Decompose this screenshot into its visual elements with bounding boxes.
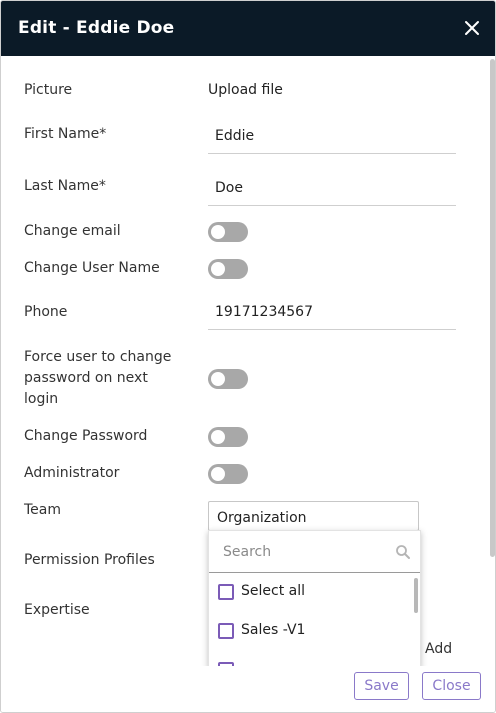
dropdown-item-select-all[interactable]: Select all xyxy=(209,573,414,611)
search-icon xyxy=(396,545,410,559)
checkbox[interactable] xyxy=(218,584,234,600)
phone-value: 19171234567 xyxy=(215,304,313,320)
last-name-label: Last Name* xyxy=(24,178,106,194)
phone-field[interactable]: 19171234567 xyxy=(208,298,456,330)
dropdown-search-input[interactable] xyxy=(221,541,385,563)
close-icon[interactable] xyxy=(462,18,482,38)
permission-profiles-label: Permission Profiles xyxy=(24,552,155,568)
change-username-toggle[interactable] xyxy=(208,259,248,279)
checkbox[interactable] xyxy=(218,623,234,639)
change-username-label: Change User Name xyxy=(24,260,160,276)
administrator-toggle[interactable] xyxy=(208,464,248,484)
team-dropdown-panel: Select all Sales -V1 xyxy=(208,530,421,666)
dialog-scrollbar[interactable] xyxy=(490,59,495,557)
team-label: Team xyxy=(24,502,62,518)
dropdown-item-sales-v1[interactable]: Sales -V1 xyxy=(209,612,414,650)
toggle-knob xyxy=(211,430,225,444)
dropdown-item-label: Select all xyxy=(241,583,305,599)
first-name-label: First Name* xyxy=(24,126,107,142)
change-email-label: Change email xyxy=(24,223,121,239)
force-change-label-line2: password on next xyxy=(24,370,148,386)
team-select-value: Organization xyxy=(217,510,307,526)
dialog-body: Picture Upload file First Name* Eddie La… xyxy=(1,56,495,666)
toggle-knob xyxy=(211,467,225,481)
edit-user-dialog: Edit - Eddie Doe Picture Upload file Fir… xyxy=(0,0,496,713)
toggle-knob xyxy=(211,372,225,386)
change-password-label: Change Password xyxy=(24,428,148,444)
expertise-label: Expertise xyxy=(24,602,90,618)
picture-label: Picture xyxy=(24,82,73,98)
force-change-label-line1: Force user to change xyxy=(24,349,172,365)
administrator-label: Administrator xyxy=(24,465,120,481)
force-change-password-toggle[interactable] xyxy=(208,369,248,389)
save-button[interactable]: Save xyxy=(354,672,409,700)
dialog-header: Edit - Eddie Doe xyxy=(1,1,495,56)
dropdown-item-partial[interactable] xyxy=(209,651,414,666)
change-password-toggle[interactable] xyxy=(208,427,248,447)
last-name-value: Doe xyxy=(215,180,243,196)
dialog-title: Edit - Eddie Doe xyxy=(18,18,175,38)
upload-file-link[interactable]: Upload file xyxy=(208,82,283,98)
dropdown-search xyxy=(209,531,420,573)
change-email-toggle[interactable] xyxy=(208,222,248,242)
last-name-field[interactable]: Doe xyxy=(208,174,456,206)
dropdown-scrollbar[interactable] xyxy=(414,578,418,613)
force-change-label-line3: login xyxy=(24,391,59,407)
toggle-knob xyxy=(211,262,225,276)
first-name-field[interactable]: Eddie xyxy=(208,122,456,154)
add-link[interactable]: Add xyxy=(425,641,452,657)
phone-label: Phone xyxy=(24,304,68,320)
first-name-value: Eddie xyxy=(215,128,255,144)
dropdown-item-label: Sales -V1 xyxy=(241,622,306,638)
team-select[interactable]: Organization xyxy=(208,501,419,531)
dialog-footer: Save Close xyxy=(1,666,495,712)
toggle-knob xyxy=(211,225,225,239)
close-button[interactable]: Close xyxy=(422,672,481,700)
